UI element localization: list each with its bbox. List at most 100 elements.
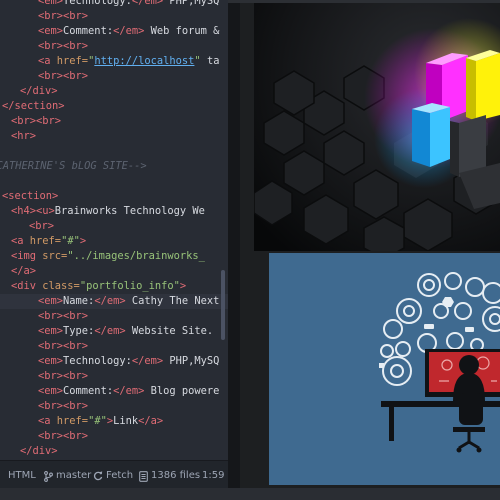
code-text: <br><br> <box>38 309 88 324</box>
grammar-label: HTML <box>8 470 36 481</box>
cursor-position-label: 1:59 <box>202 470 225 481</box>
code-token: </div> <box>20 445 58 457</box>
code-line[interactable]: <em>Name:</em> Cathy The Next <box>0 294 228 309</box>
code-token: <br><br> <box>38 70 89 82</box>
file-count-label: 1386 files <box>151 470 201 481</box>
code-text: <section> <box>2 189 58 204</box>
code-text: </a> <box>11 264 36 279</box>
screen-root: <em>Technology:</em> PHP,MySQ <br><br> <em… <box>0 0 500 500</box>
gear-brain-illustration <box>269 253 500 485</box>
file-icon <box>139 470 148 482</box>
code-token: Name: <box>63 295 95 307</box>
pane-divider[interactable] <box>228 0 240 500</box>
code-token: </em> <box>94 295 126 307</box>
code-editor[interactable]: <em>Technology:</em> PHP,MySQ <br><br> <em… <box>0 0 228 460</box>
code-text: <a href="#">Link</a> <box>38 414 163 429</box>
code-token: <em> <box>38 385 64 397</box>
code-token: > <box>79 235 87 247</box>
branch-label: master <box>56 470 92 481</box>
fetch-button[interactable]: Fetch <box>93 469 133 483</box>
code-token: PHP,MySQ <box>163 0 220 7</box>
code-text: <em>Name:</em> Cathy The Next <box>38 294 219 309</box>
code-token: <br><br> <box>38 370 89 382</box>
code-token: Cathy The Next <box>125 295 220 307</box>
code-text: </div> <box>20 84 58 99</box>
code-token: </div> <box>20 85 58 97</box>
code-text: <em>Comment:</em> Web forum & <box>38 24 219 39</box>
code-text: <hr> <box>11 129 36 144</box>
code-text: <br><br> <box>38 369 88 384</box>
code-token: href= <box>56 55 89 67</box>
code-text: <a href="http://localhost" ta <box>38 54 219 69</box>
code-token: </a> <box>11 265 37 277</box>
git-branch-icon <box>44 470 53 482</box>
code-token: "../images/brainworks_ <box>67 250 205 262</box>
code-token: Website Site. <box>125 325 214 337</box>
code-token: <br><br> <box>38 400 89 412</box>
code-token: ta <box>200 55 220 67</box>
code-token: <h4><u> <box>11 205 55 217</box>
code-text: <em>Comment:</em> Blog powere <box>38 384 219 399</box>
code-token: "portfolio_info" <box>79 280 180 292</box>
code-token: http://localhost <box>94 55 195 67</box>
code-token: <br><br> <box>38 310 89 322</box>
status-bar: HTML master Fetch 1386 files 1:59 <box>0 460 228 489</box>
code-token: Link <box>113 415 139 427</box>
code-token: Comment: <box>63 25 114 37</box>
fetch-label: Fetch <box>106 470 134 481</box>
code-token: class= <box>42 280 80 292</box>
code-token: <section> <box>2 190 59 202</box>
code-token: <img <box>11 250 43 262</box>
code-token: Technology: <box>63 355 132 367</box>
code-text: <em>Technology:</em> PHP,MySQ <box>38 354 219 369</box>
grammar-selector[interactable]: HTML <box>8 469 36 483</box>
code-token: Brainworks Technology We <box>54 205 205 217</box>
code-token: <em> <box>38 325 64 337</box>
code-token: Web forum & <box>144 25 220 37</box>
code-token: <br><br> <box>38 340 89 352</box>
code-token: </em> <box>113 25 145 37</box>
code-token: <hr> <box>11 130 37 142</box>
code-token: <a <box>38 415 57 427</box>
code-text: </section> <box>2 99 65 114</box>
code-token: Type: <box>63 325 95 337</box>
wallpaper-cubes-image <box>254 3 500 251</box>
code-token: src= <box>42 250 68 262</box>
code-text: <a href="#"> <box>11 234 86 249</box>
code-text: <br><br> <box>38 339 88 354</box>
code-token: "#" <box>61 235 80 247</box>
code-token: > <box>179 280 187 292</box>
code-text: <h4><u>Brainworks Technology We <box>11 204 205 219</box>
code-text: <img src="../images/brainworks_ <box>11 249 205 264</box>
code-token: --CATHERINE'S bLOG SITE--> <box>0 160 147 172</box>
code-token: </em> <box>94 325 126 337</box>
file-count-tile[interactable]: 1386 files <box>139 469 200 483</box>
code-token: <a <box>11 235 30 247</box>
code-token: href= <box>29 235 62 247</box>
code-token: </section> <box>2 100 65 112</box>
cursor-position[interactable]: 1:59 <box>202 469 224 483</box>
code-text: <em>Type:</em> Website Site. <box>38 324 213 339</box>
code-text: <br><br> <box>38 9 88 24</box>
branch-selector[interactable]: master <box>44 469 91 483</box>
editor-scrollbar[interactable] <box>221 270 225 340</box>
bottom-strip <box>0 488 500 500</box>
code-text: </div> <box>20 444 58 459</box>
sync-icon <box>93 471 103 481</box>
code-token: <em> <box>38 25 64 37</box>
code-token: PHP,MySQ <box>163 355 220 367</box>
code-token: <a <box>38 55 57 67</box>
code-text: <br><br> <box>11 114 61 129</box>
code-token: <br> <box>29 220 55 232</box>
code-token: <div <box>11 280 43 292</box>
code-text: <br><br> <box>38 429 88 444</box>
code-token: Comment: <box>63 385 114 397</box>
code-text: <br> <box>29 219 54 234</box>
code-token: <br><br> <box>38 10 89 22</box>
code-text: --CATHERINE'S bLOG SITE--> <box>0 159 147 174</box>
code-token: href= <box>56 415 89 427</box>
code-token: Blog powere <box>144 385 220 397</box>
code-text: <em>Technology:</em> PHP,MySQ <box>38 0 219 9</box>
code-token: <br><br> <box>38 430 89 442</box>
code-token: </em> <box>131 0 164 7</box>
